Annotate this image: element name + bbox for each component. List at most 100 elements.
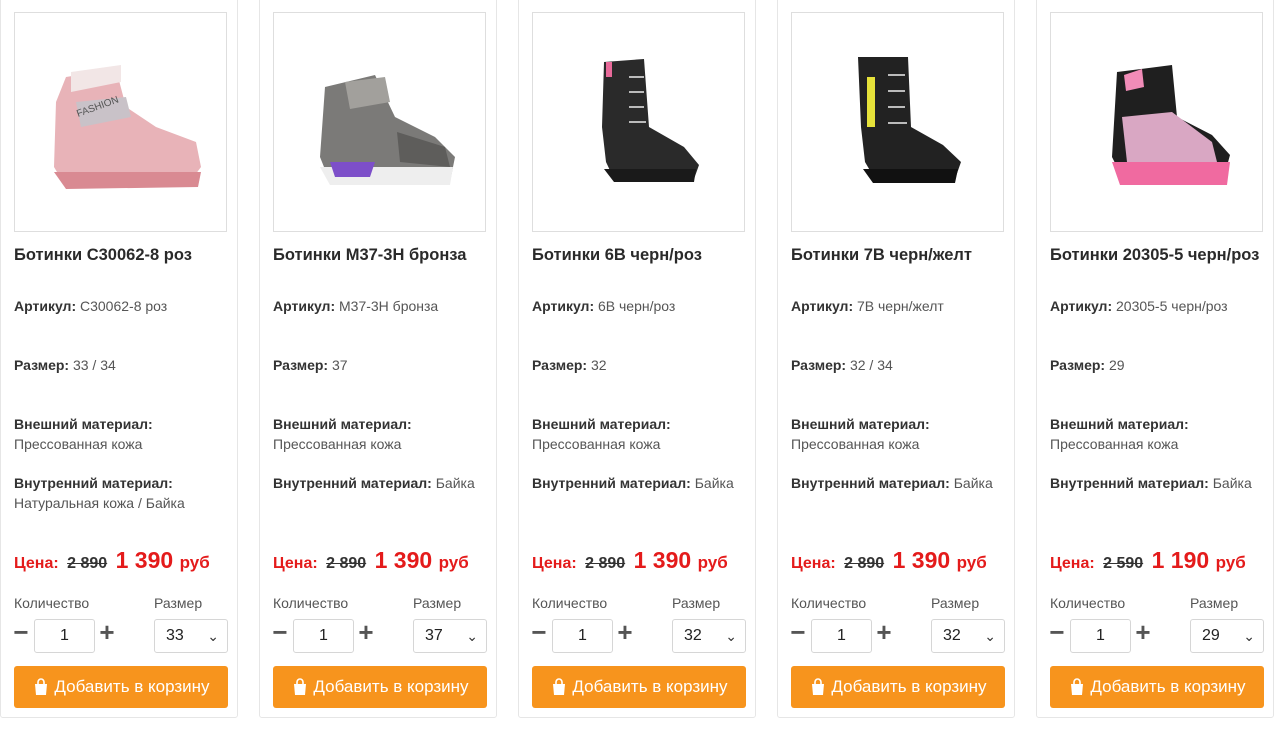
shopping-bag-icon bbox=[550, 678, 568, 696]
quantity-input[interactable] bbox=[811, 619, 872, 653]
size-select-value: 32 bbox=[943, 627, 961, 644]
quantity-input[interactable] bbox=[1070, 619, 1131, 653]
minus-icon[interactable]: − bbox=[788, 619, 808, 645]
size-value: 32 / 34 bbox=[849, 357, 893, 373]
shopping-bag-icon bbox=[1068, 678, 1086, 696]
add-to-cart-button[interactable]: Добавить в корзину bbox=[273, 666, 487, 708]
old-price: 2 590 bbox=[1103, 555, 1144, 572]
inner-material-label: Внутренний материал: bbox=[1050, 475, 1209, 491]
size-select-label: Размер bbox=[154, 595, 203, 611]
outer-material-row: Внешний материал: Прессованная кожа bbox=[14, 414, 234, 454]
inner-material-value: Байка bbox=[694, 475, 734, 491]
new-price: 1 390 bbox=[374, 547, 433, 573]
size-select[interactable]: 32 ⌄ bbox=[672, 619, 746, 653]
size-select[interactable]: 33 ⌄ bbox=[154, 619, 228, 653]
plus-icon[interactable]: + bbox=[1133, 619, 1153, 645]
new-price: 1 190 bbox=[1151, 547, 1210, 573]
price-label: Цена: bbox=[791, 555, 836, 572]
plus-icon[interactable]: + bbox=[97, 619, 117, 645]
minus-icon[interactable]: − bbox=[1047, 619, 1067, 645]
inner-material-row: Внутренний материал: Натуральная кожа / Б… bbox=[14, 473, 234, 513]
size-select-value: 32 bbox=[684, 627, 702, 644]
product-image-link[interactable]: FASHION bbox=[14, 12, 227, 232]
product-image-link[interactable] bbox=[532, 12, 745, 232]
product-title[interactable]: Ботинки 6B черн/роз bbox=[532, 243, 748, 267]
size-row: Размер: 33 / 34 bbox=[14, 355, 234, 375]
shopping-bag-icon bbox=[809, 678, 827, 696]
price-label: Цена: bbox=[532, 555, 577, 572]
add-to-cart-button[interactable]: Добавить в корзину bbox=[1050, 666, 1264, 708]
product-title[interactable]: Ботинки 20305-5 черн/роз bbox=[1050, 243, 1266, 267]
add-to-cart-label: Добавить в корзину bbox=[1090, 677, 1246, 696]
add-to-cart-button[interactable]: Добавить в корзину bbox=[791, 666, 1005, 708]
size-value: 33 / 34 bbox=[72, 357, 116, 373]
quantity-input[interactable] bbox=[293, 619, 354, 653]
currency: руб bbox=[956, 553, 987, 572]
minus-icon[interactable]: − bbox=[270, 619, 290, 645]
quantity-input[interactable] bbox=[34, 619, 95, 653]
size-label: Размер: bbox=[273, 357, 329, 373]
chevron-down-icon: ⌄ bbox=[984, 628, 996, 644]
chevron-down-icon: ⌄ bbox=[725, 628, 737, 644]
price-row: Цена: 2 890 1 390 руб bbox=[791, 547, 987, 574]
shopping-bag-icon bbox=[32, 678, 50, 696]
quantity-input[interactable] bbox=[552, 619, 613, 653]
old-price: 2 890 bbox=[844, 555, 885, 572]
size-label: Размер: bbox=[532, 357, 588, 373]
size-select-value: 37 bbox=[425, 627, 443, 644]
article-row: Артикул: 20305-5 черн/роз bbox=[1050, 296, 1270, 316]
add-to-cart-label: Добавить в корзину bbox=[831, 677, 987, 696]
quantity-label: Количество bbox=[273, 595, 349, 611]
product-image-link[interactable] bbox=[791, 12, 1004, 232]
size-select-label: Размер bbox=[672, 595, 721, 611]
outer-material-label: Внешний материал: bbox=[791, 416, 930, 432]
add-to-cart-button[interactable]: Добавить в корзину bbox=[14, 666, 228, 708]
black-boot-image bbox=[601, 59, 699, 182]
inner-material-label: Внутренний материал: bbox=[273, 475, 432, 491]
inner-material-value: Байка bbox=[1212, 475, 1252, 491]
size-select-label: Размер bbox=[413, 595, 462, 611]
chevron-down-icon: ⌄ bbox=[466, 628, 478, 644]
product-title[interactable]: Ботинки M37-3H бронза bbox=[273, 243, 489, 267]
outer-material-value: Прессованная кожа bbox=[791, 436, 920, 452]
size-select[interactable]: 29 ⌄ bbox=[1190, 619, 1264, 653]
outer-material-value: Прессованная кожа bbox=[532, 436, 661, 452]
product-image-link[interactable] bbox=[273, 12, 486, 232]
product-title[interactable]: Ботинки 7B черн/желт bbox=[791, 243, 1007, 267]
chevron-down-icon: ⌄ bbox=[207, 628, 219, 644]
minus-icon[interactable]: − bbox=[11, 619, 31, 645]
plus-icon[interactable]: + bbox=[615, 619, 635, 645]
inner-material-value: Байка bbox=[435, 475, 475, 491]
outer-material-label: Внешний материал: bbox=[1050, 416, 1189, 432]
size-row: Размер: 37 bbox=[273, 355, 493, 375]
outer-material-label: Внешний материал: bbox=[14, 416, 153, 432]
pink-boot-image: FASHION bbox=[53, 65, 201, 189]
black-pink-boot-image bbox=[1111, 65, 1230, 185]
inner-material-label: Внутренний материал: bbox=[532, 475, 691, 491]
plus-icon[interactable]: + bbox=[874, 619, 894, 645]
product-title[interactable]: Ботинки C30062-8 роз bbox=[14, 243, 230, 267]
size-select[interactable]: 32 ⌄ bbox=[931, 619, 1005, 653]
plus-icon[interactable]: + bbox=[356, 619, 376, 645]
size-select[interactable]: 37 ⌄ bbox=[413, 619, 487, 653]
add-to-cart-button[interactable]: Добавить в корзину bbox=[532, 666, 746, 708]
article-value: 20305-5 черн/роз bbox=[1116, 298, 1228, 314]
size-row: Размер: 32 bbox=[532, 355, 752, 375]
product-card: Ботинки 20305-5 черн/роз Артикул: 20305-… bbox=[1036, 0, 1274, 718]
size-value: 32 bbox=[590, 357, 607, 373]
minus-icon[interactable]: − bbox=[529, 619, 549, 645]
outer-material-row: Внешний материал: Прессованная кожа bbox=[1050, 414, 1270, 454]
size-label: Размер: bbox=[1050, 357, 1106, 373]
inner-material-row: Внутренний материал: Байка bbox=[532, 473, 752, 493]
size-select-value: 29 bbox=[1202, 627, 1220, 644]
inner-material-label: Внутренний материал: bbox=[791, 475, 950, 491]
inner-material-label: Внутренний материал: bbox=[14, 475, 173, 491]
price-row: Цена: 2 590 1 190 руб bbox=[1050, 547, 1246, 574]
size-select-label: Размер bbox=[931, 595, 980, 611]
shopping-bag-icon bbox=[291, 678, 309, 696]
quantity-label: Количество bbox=[1050, 595, 1126, 611]
product-image-link[interactable] bbox=[1050, 12, 1263, 232]
outer-material-row: Внешний материал: Прессованная кожа bbox=[791, 414, 1011, 454]
article-label: Артикул: bbox=[14, 298, 77, 314]
outer-material-value: Прессованная кожа bbox=[1050, 436, 1179, 452]
